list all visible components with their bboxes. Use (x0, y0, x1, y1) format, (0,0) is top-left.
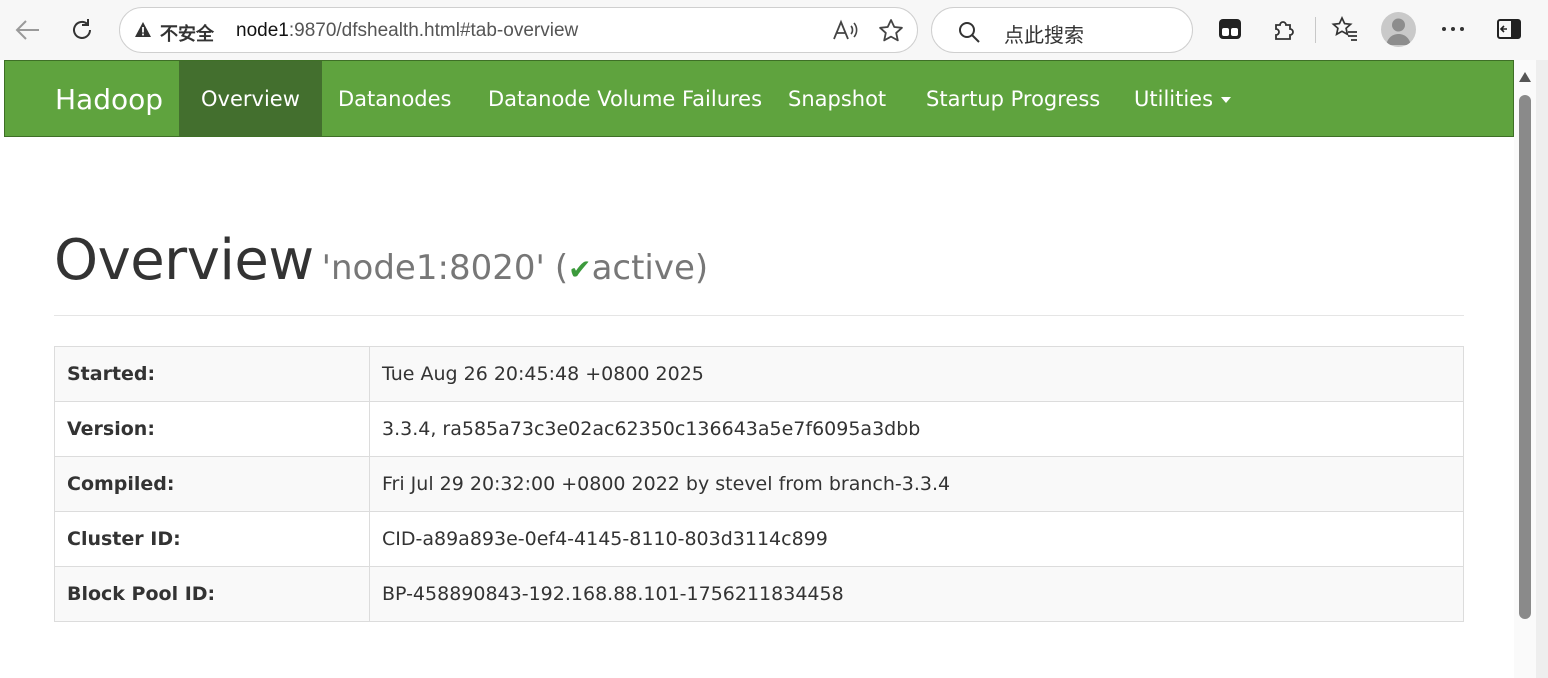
search-placeholder: 点此搜索 (1004, 23, 1084, 47)
table-row: Version: 3.3.4, ra585a73c3e02ac62350c136… (54, 401, 1464, 457)
row-key: Started: (54, 346, 370, 402)
favorite-star-icon[interactable] (878, 18, 904, 44)
toolbar-separator (1315, 17, 1316, 43)
vertical-scrollbar[interactable] (1514, 60, 1536, 678)
divider (54, 315, 1464, 316)
namenode-status: active (591, 248, 695, 288)
row-value: Fri Jul 29 20:32:00 +0800 2022 by stevel… (369, 456, 1464, 512)
nav-datanodes[interactable]: Datanodes (316, 61, 474, 136)
row-value: Tue Aug 26 20:45:48 +0800 2025 (369, 346, 1464, 402)
tab-actions-icon[interactable] (1215, 14, 1245, 44)
address-bar[interactable]: 不安全 node1:9870/dfshealth.html#tab-overvi… (119, 7, 918, 53)
table-row: Block Pool ID: BP-458890843-192.168.88.1… (54, 566, 1464, 622)
brand-link[interactable]: Hadoop (55, 83, 163, 116)
overview-info-table: Started: Tue Aug 26 20:45:48 +0800 2025 … (54, 346, 1464, 622)
page-title: Overview'node1:8020' (✔active) (54, 228, 708, 293)
row-value: BP-458890843-192.168.88.101-175621183445… (369, 566, 1464, 622)
browser-toolbar: 不安全 node1:9870/dfshealth.html#tab-overvi… (0, 0, 1548, 60)
nav-snapshot[interactable]: Snapshot (766, 61, 908, 136)
browser-search-box[interactable]: 点此搜索 (931, 7, 1193, 53)
nav-startup-progress[interactable]: Startup Progress (904, 61, 1122, 136)
status-close-paren: ) (694, 248, 709, 288)
url-path: :9870/dfshealth.html#tab-overview (288, 20, 579, 41)
namenode-host: 'node1:8020' (321, 248, 545, 288)
nav-datanodes-label: Datanodes (338, 86, 452, 111)
back-icon[interactable] (10, 12, 46, 48)
row-key: Version: (54, 401, 370, 457)
nav-utilities-dropdown[interactable]: Utilities (1112, 61, 1253, 136)
more-icon[interactable] (1438, 14, 1468, 44)
row-value: CID-a89a893e-0ef4-4145-8110-803d3114c899 (369, 511, 1464, 567)
scroll-up-arrow-icon[interactable] (1519, 72, 1531, 82)
overview-title: Overview (54, 228, 314, 293)
extensions-icon[interactable] (1269, 14, 1299, 44)
warning-icon[interactable] (134, 21, 152, 39)
scroll-thumb[interactable] (1519, 95, 1531, 619)
url-text[interactable]: node1:9870/dfshealth.html#tab-overview (236, 20, 578, 42)
profile-avatar[interactable] (1381, 12, 1416, 47)
nav-overview-label: Overview (201, 86, 300, 111)
read-aloud-icon[interactable] (832, 19, 858, 43)
nav-startup-progress-label: Startup Progress (926, 86, 1101, 111)
sidebar-icon[interactable] (1494, 14, 1524, 44)
page-content: Hadoop Overview Datanodes Datanode Volum… (4, 60, 1514, 678)
row-key: Cluster ID: (54, 511, 370, 567)
row-key: Compiled: (54, 456, 370, 512)
status-open-paren: ( (554, 248, 569, 288)
refresh-icon[interactable] (64, 12, 100, 48)
row-value: 3.3.4, ra585a73c3e02ac62350c136643a5e7f6… (369, 401, 1464, 457)
window-edge (1536, 60, 1548, 678)
nav-utilities-label: Utilities (1134, 86, 1214, 111)
security-label[interactable]: 不安全 (160, 20, 214, 46)
table-row: Compiled: Fri Jul 29 20:32:00 +0800 2022… (54, 456, 1464, 512)
checkmark-icon: ✔ (568, 254, 592, 285)
search-icon (959, 22, 980, 43)
top-navbar: Hadoop Overview Datanodes Datanode Volum… (4, 60, 1514, 137)
favorites-icon[interactable] (1330, 14, 1360, 44)
row-key: Block Pool ID: (54, 566, 370, 622)
nav-volume-failures-label: Datanode Volume Failures (488, 86, 763, 111)
caret-down-icon (1221, 97, 1232, 103)
nav-snapshot-label: Snapshot (788, 86, 887, 111)
url-host: node1 (236, 20, 289, 41)
table-row: Cluster ID: CID-a89a893e-0ef4-4145-8110-… (54, 511, 1464, 567)
nav-datanode-volume-failures[interactable]: Datanode Volume Failures (466, 61, 784, 136)
table-row: Started: Tue Aug 26 20:45:48 +0800 2025 (54, 346, 1464, 402)
nav-overview[interactable]: Overview (179, 61, 322, 136)
